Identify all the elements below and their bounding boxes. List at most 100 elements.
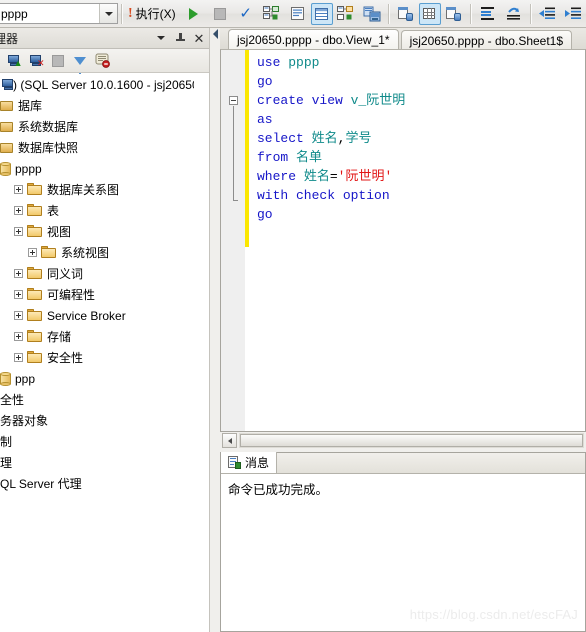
- splitter-collapse-button[interactable]: [212, 28, 218, 42]
- tree-item-label: ppp: [15, 371, 36, 386]
- tab-sheet1[interactable]: jsj20650.pppp - dbo.Sheet1$: [400, 30, 573, 50]
- folder-icon: [27, 183, 43, 196]
- tree-item[interactable]: 视图: [0, 221, 210, 242]
- triangle-left-icon: [227, 437, 232, 444]
- hscroll-track[interactable]: [239, 433, 584, 448]
- tab-messages[interactable]: 消息: [221, 452, 278, 473]
- tree-item[interactable]: 制: [0, 431, 210, 452]
- object-explorer-header: 理器 ✕: [0, 28, 210, 49]
- disconnect-button[interactable]: ✕: [25, 51, 47, 71]
- chevron-down-icon: [104, 11, 113, 16]
- execute-button[interactable]: ! 执行(X): [126, 3, 181, 25]
- expand-plus-icon[interactable]: [14, 290, 23, 299]
- sql-code-text[interactable]: use pppp go create view v_阮世明 as select 姓名,学…: [249, 53, 405, 224]
- tree-item[interactable]: 安全性: [0, 347, 210, 368]
- expand-plus-icon[interactable]: [28, 248, 37, 257]
- decrease-indent-button[interactable]: [535, 3, 561, 25]
- database-selector-value: pppp: [1, 6, 28, 21]
- expand-plus-icon[interactable]: [14, 353, 23, 362]
- code-token: select: [257, 131, 312, 146]
- expand-plus-icon[interactable]: [14, 311, 23, 320]
- editor-tabstrip[interactable]: jsj20650.pppp - dbo.View_1* jsj20650.pppp…: [220, 28, 586, 50]
- tree-item[interactable]: 系统视图: [0, 242, 210, 263]
- tree-item[interactable]: 存储: [0, 326, 210, 347]
- database-selector-arrow[interactable]: [99, 4, 117, 23]
- uncomment-lines-button[interactable]: [501, 3, 527, 25]
- messages-tabstrip[interactable]: 消息: [221, 452, 585, 474]
- results-to-text-button[interactable]: [285, 3, 311, 25]
- play-icon: [189, 7, 199, 20]
- tab-view1[interactable]: jsj20650.pppp - dbo.View_1*: [228, 29, 399, 50]
- tree-item-label: 表: [47, 204, 60, 218]
- oe-close-button[interactable]: ✕: [191, 30, 207, 46]
- tree-item[interactable]: 表: [0, 200, 210, 221]
- tree-item[interactable]: ) (SQL Server 10.0.1600 - jsj20650\A: [0, 74, 210, 95]
- oe-dropdown-button[interactable]: [153, 30, 169, 46]
- tree-item-label: 系统视图: [61, 246, 110, 260]
- tree-item[interactable]: 同义词: [0, 263, 210, 284]
- stop-button[interactable]: [207, 3, 233, 25]
- tree-item[interactable]: 数据库快照: [0, 137, 210, 158]
- results-to-grid-button[interactable]: [310, 2, 333, 25]
- tree-item[interactable]: QL Server 代理: [0, 473, 210, 494]
- tree-item[interactable]: pppp: [0, 158, 210, 179]
- filter-button[interactable]: [69, 51, 91, 77]
- refresh-button[interactable]: [91, 51, 113, 71]
- connect-button[interactable]: ▲: [3, 51, 25, 71]
- comment-lines-button[interactable]: [475, 3, 501, 25]
- tree-item[interactable]: 数据库关系图: [0, 179, 210, 200]
- stop-square-icon: [213, 7, 226, 20]
- tree-item-label: ) (SQL Server 10.0.1600 - jsj20650\A: [13, 77, 210, 92]
- folder-icon: [27, 267, 43, 280]
- tree-item-label: 安全性: [47, 351, 84, 365]
- folder-icon: [27, 309, 43, 322]
- tree-item[interactable]: 理: [0, 452, 210, 473]
- main-toolbar: pppp ! 执行(X) ✓: [0, 0, 586, 28]
- tree-item-label: 数据库快照: [18, 141, 79, 155]
- sql-code-editor[interactable]: use pppp go create view v_阮世明 as select 姓名,学…: [220, 49, 586, 432]
- tree-item[interactable]: 据库: [0, 95, 210, 116]
- tree-item[interactable]: 可编程性: [0, 284, 210, 305]
- scroll-left-button[interactable]: [222, 433, 237, 448]
- code-line: go: [249, 72, 405, 91]
- toolbar-separator: [121, 3, 123, 24]
- server-icon: [2, 79, 13, 90]
- expand-plus-icon[interactable]: [14, 227, 23, 236]
- display-estimated-execution-plan-button[interactable]: [259, 3, 285, 25]
- decrease-indent-icon: [539, 7, 556, 19]
- tree-item[interactable]: ppp: [0, 368, 210, 389]
- object-explorer-panel: 理器 ✕ ▲ ✕) (SQL Server 10.0.1600 - jsj20…: [0, 28, 210, 632]
- expand-plus-icon[interactable]: [14, 206, 23, 215]
- stop-square-icon: [52, 54, 64, 67]
- code-line: with check option: [249, 186, 405, 205]
- tree-item[interactable]: Service Broker: [0, 305, 210, 326]
- tree-item[interactable]: 务器对象: [0, 410, 210, 431]
- tree-item-label: 同义词: [47, 267, 84, 281]
- hscroll-thumb[interactable]: [240, 434, 583, 447]
- query-options-button[interactable]: [441, 3, 467, 25]
- oe-stop-button[interactable]: [47, 51, 69, 71]
- folder-icon: [27, 225, 43, 238]
- object-explorer-vertical-scrollbar[interactable]: [194, 74, 210, 632]
- run-button[interactable]: [181, 3, 207, 25]
- parse-button[interactable]: ✓: [233, 3, 259, 25]
- toolbar-separator: [469, 3, 472, 24]
- increase-indent-button[interactable]: [561, 3, 586, 25]
- refresh-scroll-icon: [95, 53, 110, 68]
- object-explorer-tree[interactable]: ) (SQL Server 10.0.1600 - jsj20650\A 据库 系统…: [0, 74, 210, 632]
- tree-item[interactable]: 全性: [0, 389, 210, 410]
- database-selector[interactable]: pppp: [0, 3, 118, 24]
- expand-plus-icon[interactable]: [14, 269, 23, 278]
- editor-horizontal-scrollbar[interactable]: [220, 432, 586, 449]
- results-to-file-button[interactable]: [359, 3, 385, 25]
- panel-splitter[interactable]: [210, 28, 220, 632]
- oe-autohide-button[interactable]: [172, 30, 188, 46]
- expand-plus-icon[interactable]: [14, 185, 23, 194]
- toolbar-separator: [529, 3, 532, 24]
- tree-item[interactable]: 系统数据库: [0, 116, 210, 137]
- design-query-button[interactable]: [418, 2, 441, 25]
- include-actual-execution-plan-button[interactable]: [333, 3, 359, 25]
- specify-values-button[interactable]: [393, 3, 419, 25]
- outline-collapse-icon[interactable]: [229, 96, 238, 105]
- expand-plus-icon[interactable]: [14, 332, 23, 341]
